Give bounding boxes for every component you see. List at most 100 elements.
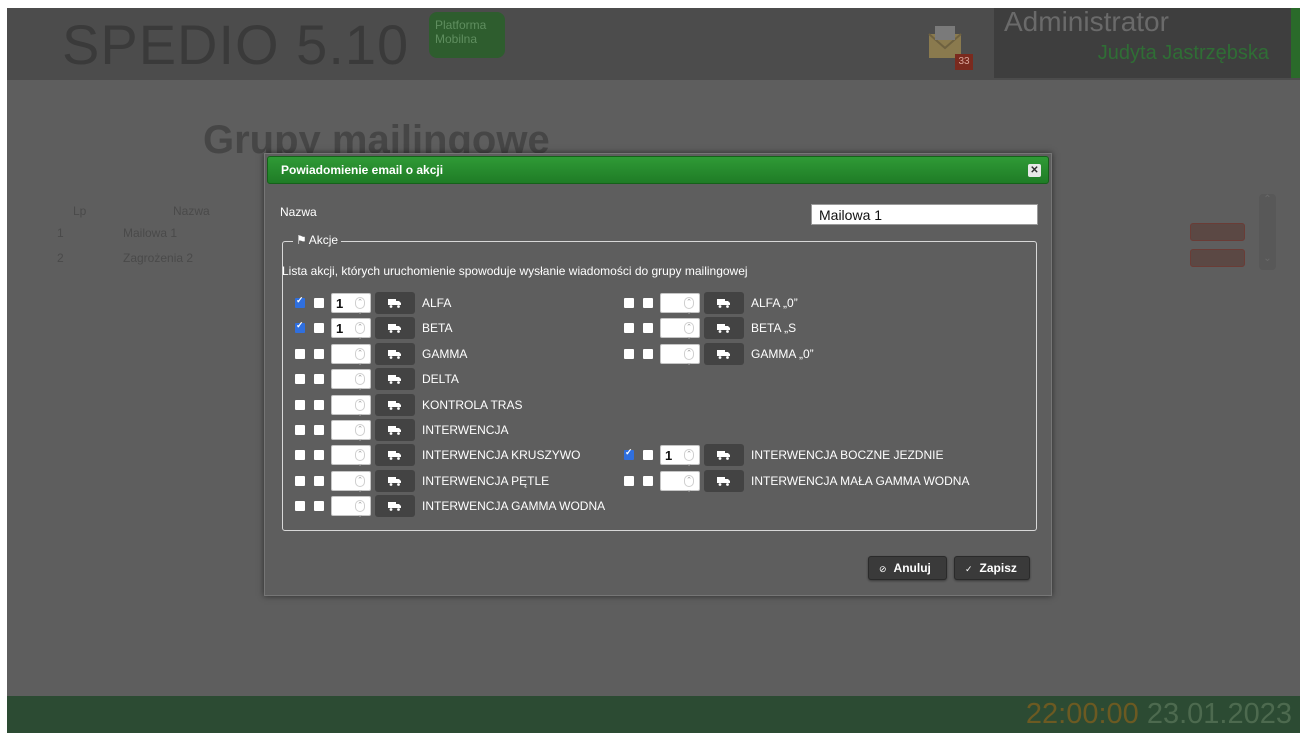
truck-button[interactable]	[704, 317, 744, 340]
stepper-arrows-icon[interactable]: ⌃ ⌄	[684, 347, 694, 367]
truck-button[interactable]	[375, 368, 415, 391]
list-scrollbar[interactable]: ⌃ ⌄	[1259, 194, 1276, 270]
action-secondary-checkbox[interactable]	[314, 450, 324, 461]
stepper-arrows-icon[interactable]: ⌃ ⌄	[355, 398, 365, 418]
action-count-stepper[interactable]: ⌃ ⌄	[331, 394, 371, 418]
truck-button[interactable]	[375, 419, 415, 441]
action-count-stepper[interactable]: ⌃ ⌄	[660, 293, 700, 316]
stepper-arrows-icon[interactable]: ⌃ ⌄	[355, 322, 365, 341]
cancel-button[interactable]: ⊘ Anuluj	[868, 556, 947, 580]
action-secondary-checkbox[interactable]	[314, 399, 324, 410]
truck-icon	[388, 426, 402, 438]
truck-button[interactable]	[704, 469, 744, 492]
action-count-stepper[interactable]: ⌃ ⌄	[331, 496, 371, 519]
action-count-stepper[interactable]: 1 ⌃ ⌄	[331, 318, 371, 341]
stepper-arrows-icon[interactable]: ⌃ ⌄	[355, 474, 365, 494]
stepper-arrows-icon[interactable]: ⌃ ⌄	[355, 500, 365, 519]
action-count-stepper[interactable]: ⌃ ⌄	[331, 470, 371, 494]
footer-bar: 22:00:00 23.01.2023	[7, 696, 1300, 733]
action-label: INTERWENCJA MAŁA GAMMA WODNA	[751, 473, 970, 488]
dialog-header[interactable]: Powiadomienie email o akcji ✕	[267, 156, 1049, 184]
action-enabled-checkbox[interactable]	[624, 447, 634, 461]
action-secondary-checkbox[interactable]	[314, 298, 324, 308]
action-count-stepper[interactable]: ⌃ ⌄	[331, 369, 371, 392]
action-enabled-checkbox[interactable]	[295, 374, 305, 385]
action-enabled-checkbox[interactable]	[295, 425, 305, 435]
action-enabled-checkbox[interactable]	[624, 323, 634, 334]
stepper-arrows-icon[interactable]: ⌃ ⌄	[355, 347, 365, 367]
action-count-stepper[interactable]: ⌃ ⌄	[660, 318, 700, 341]
action-secondary-checkbox[interactable]	[314, 323, 324, 334]
name-input[interactable]	[811, 204, 1038, 225]
stepper-arrows-icon[interactable]: ⌃ ⌄	[684, 449, 694, 468]
truck-button[interactable]	[375, 393, 415, 416]
action-label: KONTROLA TRAS	[422, 397, 523, 412]
scroll-down-icon[interactable]: ⌄	[1259, 253, 1276, 264]
action-secondary-checkbox[interactable]	[643, 450, 653, 461]
truck-button[interactable]	[375, 292, 415, 314]
action-count-stepper[interactable]: ⌃ ⌄	[331, 343, 371, 367]
stepper-arrows-icon[interactable]: ⌃ ⌄	[684, 474, 694, 494]
action-count-stepper[interactable]: ⌃ ⌄	[331, 420, 371, 443]
action-label: INTERWENCJA	[422, 423, 509, 437]
action-enabled-checkbox[interactable]	[295, 348, 305, 359]
truck-button[interactable]	[375, 342, 415, 365]
action-count-stepper[interactable]: 1 ⌃ ⌄	[331, 293, 371, 316]
action-enabled-checkbox[interactable]	[295, 450, 305, 461]
save-button[interactable]: ✓ Zapisz	[954, 556, 1030, 580]
legend-label: Akcje	[308, 233, 339, 247]
stepper-arrows-icon[interactable]: ⌃ ⌄	[355, 297, 365, 316]
truck-button[interactable]	[375, 444, 415, 467]
action-enabled-checkbox[interactable]	[295, 295, 305, 308]
action-row: 1 ⌃⌄ ALFA	[295, 292, 615, 316]
truck-button[interactable]	[375, 495, 415, 518]
action-count-stepper[interactable]: ⌃ ⌄	[660, 343, 700, 367]
action-count-stepper[interactable]: 1 ⌃ ⌄	[660, 445, 700, 468]
stepper-arrows-icon[interactable]: ⌃ ⌄	[684, 297, 694, 316]
scroll-up-icon[interactable]: ⌃	[1259, 194, 1276, 205]
action-secondary-checkbox[interactable]	[314, 348, 324, 359]
stepper-arrows-icon[interactable]: ⌃ ⌄	[684, 322, 694, 341]
truck-button[interactable]	[704, 342, 744, 365]
truck-button[interactable]	[375, 469, 415, 492]
name-label: Nazwa	[280, 205, 317, 219]
action-secondary-checkbox[interactable]	[314, 475, 324, 486]
action-secondary-checkbox[interactable]	[643, 348, 653, 359]
row-delete-button[interactable]	[1190, 249, 1245, 267]
action-secondary-checkbox[interactable]	[314, 425, 324, 435]
action-secondary-checkbox[interactable]	[643, 298, 653, 308]
platform-badge: Platforma Mobilna	[429, 12, 505, 58]
action-count-value: 1	[665, 448, 673, 464]
close-icon[interactable]: ✕	[1028, 164, 1041, 177]
truck-button[interactable]	[375, 317, 415, 340]
stepper-arrows-icon[interactable]: ⌃ ⌄	[355, 449, 365, 468]
truck-button[interactable]	[704, 444, 744, 467]
action-count-stepper[interactable]: ⌃ ⌄	[331, 445, 371, 468]
stepper-arrows-icon[interactable]: ⌃ ⌄	[355, 373, 365, 392]
action-enabled-checkbox[interactable]	[295, 320, 305, 334]
action-count-stepper[interactable]: ⌃ ⌄	[660, 470, 700, 494]
stepper-arrows-icon[interactable]: ⌃ ⌄	[355, 424, 365, 443]
truck-icon	[388, 502, 402, 514]
action-secondary-checkbox[interactable]	[643, 323, 653, 334]
action-enabled-checkbox[interactable]	[624, 348, 634, 359]
action-secondary-checkbox[interactable]	[643, 475, 653, 486]
action-enabled-checkbox[interactable]	[624, 475, 634, 486]
row-name: Mailowa 1	[123, 226, 178, 240]
action-enabled-checkbox[interactable]	[295, 501, 305, 512]
clock-date: 23.01.2023	[1146, 698, 1292, 730]
action-secondary-checkbox[interactable]	[314, 501, 324, 512]
user-panel[interactable]: Administrator Judyta Jastrzębska	[994, 8, 1291, 78]
action-secondary-checkbox[interactable]	[314, 374, 324, 385]
action-enabled-checkbox[interactable]	[295, 399, 305, 410]
row-delete-button[interactable]	[1190, 223, 1245, 241]
action-row: ⌃ ⌄ BETA „S	[624, 317, 944, 341]
actions-fieldset: ⚑ Akcje Lista akcji, których uruchomienie…	[282, 233, 1037, 531]
brand-logo: SPEDIO 5.10	[62, 13, 410, 76]
action-enabled-checkbox[interactable]	[295, 475, 305, 486]
mail-count-badge: 33	[955, 54, 973, 70]
table-row[interactable]: 2 Zagrożenia 2	[57, 251, 193, 265]
truck-button[interactable]	[704, 292, 744, 314]
action-enabled-checkbox[interactable]	[624, 298, 634, 308]
table-row[interactable]: 1 Mailowa 1	[57, 226, 177, 240]
